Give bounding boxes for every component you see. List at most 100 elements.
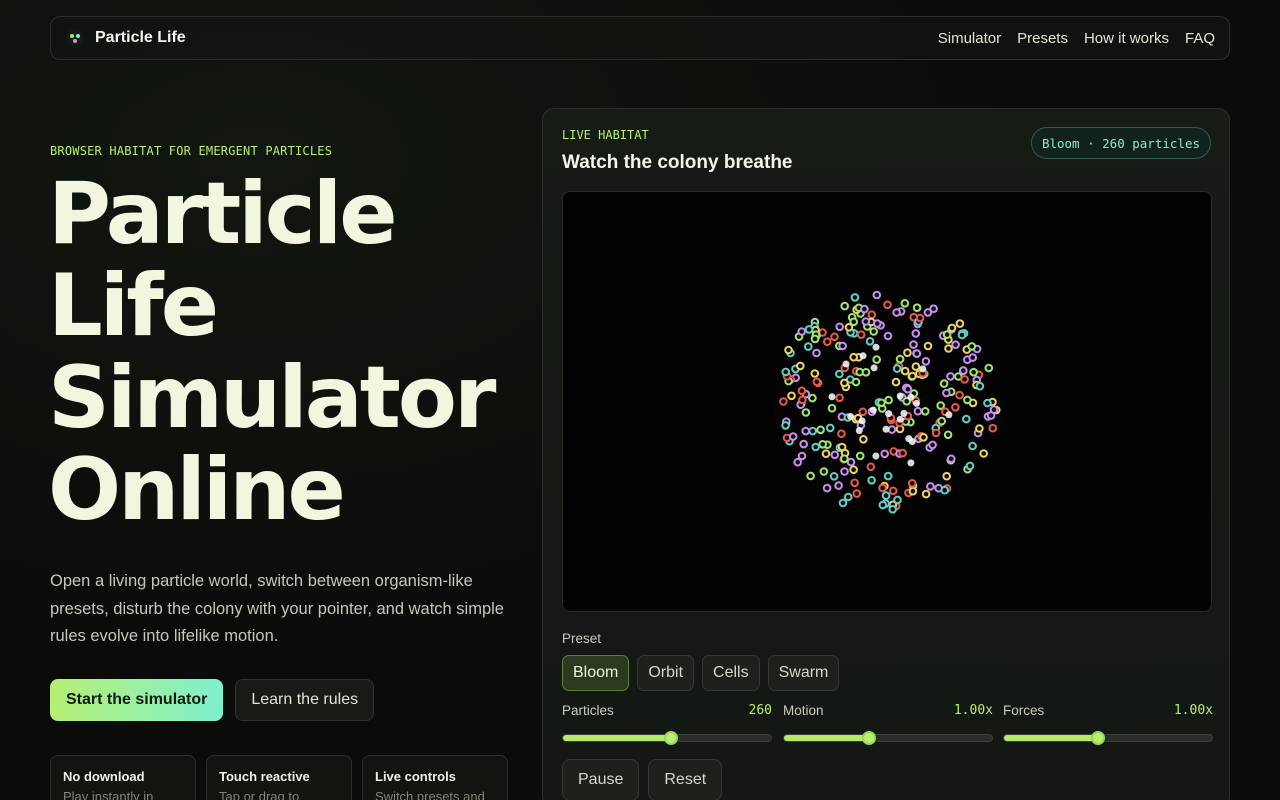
particle <box>797 327 806 336</box>
particles-slider[interactable] <box>562 731 772 745</box>
particle <box>835 322 845 332</box>
particle <box>888 486 898 496</box>
motion-slider-group: Motion 1.00x <box>783 703 993 745</box>
particle <box>856 330 866 339</box>
preset-cells-button[interactable]: Cells <box>702 655 760 691</box>
cta-row: Start the simulator Learn the rules <box>50 679 375 721</box>
particle <box>855 451 865 461</box>
slider-label: Particles <box>562 703 614 718</box>
particle <box>872 343 880 351</box>
particle <box>835 369 844 379</box>
hero-description: Open a living particle world, switch bet… <box>50 572 504 645</box>
brand[interactable]: Particle Life <box>65 28 186 48</box>
feature-card: Live controls Switch presets and <box>362 755 508 800</box>
particle <box>801 408 811 417</box>
feature-card: Touch reactive Tap or drag to <box>206 755 352 800</box>
feature-card: No download Play instantly in <box>50 755 196 800</box>
particle <box>881 491 891 500</box>
particle <box>887 425 897 434</box>
particle <box>872 355 882 364</box>
particle <box>898 448 908 458</box>
reset-button[interactable]: Reset <box>648 759 723 800</box>
nav-link-presets[interactable]: Presets <box>1017 30 1068 47</box>
particle <box>888 505 898 514</box>
particle <box>983 398 992 408</box>
particle <box>869 327 879 336</box>
particle <box>810 334 820 344</box>
preset-orbit-button[interactable]: Orbit <box>637 655 695 691</box>
particle <box>830 332 839 342</box>
slider-value: 1.00x <box>953 703 993 718</box>
particle <box>975 424 984 433</box>
particle <box>784 345 793 355</box>
particle <box>908 438 916 445</box>
simulation-canvas[interactable] <box>562 191 1212 612</box>
particle <box>808 393 817 403</box>
particle <box>799 439 808 449</box>
particle <box>895 354 905 364</box>
pause-button[interactable]: Pause <box>562 759 640 800</box>
particle <box>921 357 931 366</box>
particle <box>926 482 935 491</box>
nav-link-faq[interactable]: FAQ <box>1185 30 1215 47</box>
particle <box>975 381 985 391</box>
slider-fill <box>1004 735 1098 741</box>
nav-link-how-it-works[interactable]: How it works <box>1084 30 1169 47</box>
preset-bloom-button[interactable]: Bloom <box>562 655 630 691</box>
nav-link-simulator[interactable]: Simulator <box>938 30 1001 47</box>
hero-title-line: Simulator <box>48 348 496 448</box>
particle <box>931 428 941 438</box>
particle <box>865 337 875 346</box>
hero-eyebrow: BROWSER HABITAT FOR EMERGENT PARTICLES <box>50 144 333 158</box>
particle <box>883 331 893 341</box>
slider-thumb[interactable] <box>664 731 679 745</box>
slider-value: 1.00x <box>1173 703 1213 718</box>
status-badge: Bloom · 260 particles <box>1030 127 1211 159</box>
preset-selector: Bloom Orbit Cells Swarm <box>562 655 840 691</box>
particle <box>870 364 878 372</box>
feature-text: Switch presets and <box>375 789 485 800</box>
motion-slider[interactable] <box>783 731 993 745</box>
particle <box>872 290 882 300</box>
particle <box>825 423 835 433</box>
particle <box>907 479 917 488</box>
panel-title: Watch the colony breathe <box>562 152 793 173</box>
brand-name: Particle Life <box>95 29 186 46</box>
particle <box>842 360 850 368</box>
particle <box>960 375 969 384</box>
particle <box>834 481 843 490</box>
particle <box>810 369 820 378</box>
particle <box>840 301 850 311</box>
particle <box>929 304 938 313</box>
particle <box>838 498 848 508</box>
particle <box>822 483 832 493</box>
particle <box>936 401 946 410</box>
particle <box>908 486 918 496</box>
particle <box>942 388 951 398</box>
particle <box>818 440 828 449</box>
simulator-panel: LIVE HABITAT Watch the colony breathe Bl… <box>542 108 1230 800</box>
learn-rules-button[interactable]: Learn the rules <box>235 679 375 721</box>
particle <box>837 442 847 452</box>
slider-thumb[interactable] <box>862 731 877 745</box>
preset-swarm-button[interactable]: Swarm <box>767 655 840 691</box>
forces-slider[interactable] <box>1003 731 1213 745</box>
feature-cards: No download Play instantly in Touch reac… <box>50 755 508 800</box>
particle <box>846 457 856 467</box>
particle <box>942 471 952 481</box>
particle <box>859 352 867 360</box>
particle <box>840 378 849 388</box>
action-row: Pause Reset <box>562 759 723 800</box>
feature-text: Play instantly in <box>63 789 154 800</box>
particle <box>843 492 853 502</box>
particle <box>858 407 868 417</box>
particle <box>847 413 855 420</box>
particle <box>828 393 836 401</box>
particle <box>912 303 922 312</box>
particle <box>861 368 871 377</box>
particle <box>867 476 876 485</box>
start-simulator-button[interactable]: Start the simulator <box>50 679 224 721</box>
particle <box>797 451 807 461</box>
slider-thumb[interactable] <box>1090 731 1105 745</box>
particle <box>908 371 917 381</box>
